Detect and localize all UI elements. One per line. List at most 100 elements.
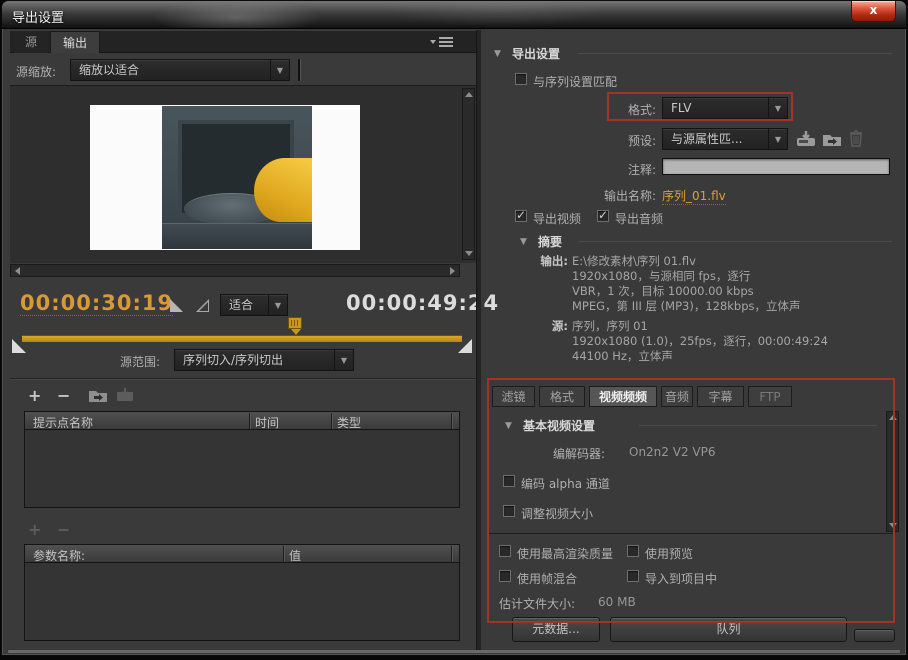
tab-format[interactable]: 格式 — [539, 386, 585, 407]
collapse-export-settings-icon[interactable]: ▼ — [494, 49, 501, 59]
export-audio-checkbox[interactable]: ✓ — [597, 210, 609, 222]
col-cue-type: 类型 — [337, 414, 361, 431]
source-range-label: 源范围: — [120, 353, 160, 370]
export-settings-header: 导出设置 — [512, 45, 560, 62]
comment-label: 注释: — [600, 161, 656, 178]
chevron-down-icon[interactable]: ▼ — [768, 98, 787, 118]
resize-video-checkbox[interactable] — [503, 505, 515, 517]
window-bottom-edge — [8, 650, 900, 653]
export-video-checkbox[interactable]: ✓ — [515, 210, 527, 222]
delete-preset-icon[interactable] — [849, 130, 869, 148]
zoom-level-dropdown[interactable]: 适合 ▼ — [220, 294, 288, 316]
preset-dropdown[interactable]: 与源属性匹... ▼ — [662, 128, 788, 150]
video-frame — [90, 105, 360, 250]
source-output-panel: 源 输出 源缩放: 缩放以适合 ▼ — [10, 31, 476, 649]
chevron-down-icon[interactable]: ▼ — [270, 60, 289, 80]
collapse-basic-video-icon[interactable]: ▼ — [505, 421, 512, 431]
comment-input[interactable] — [662, 158, 890, 175]
tab-source[interactable]: 源 — [14, 31, 48, 53]
preview-viewport — [10, 85, 476, 263]
summary-output-label: 输出: — [520, 253, 568, 269]
playhead-marker[interactable] — [288, 317, 302, 329]
timeline-bar[interactable] — [22, 335, 462, 342]
format-dropdown[interactable]: FLV ▼ — [662, 97, 788, 119]
cutoff-button[interactable] — [854, 629, 895, 642]
summary-header: 摘要 — [538, 233, 562, 250]
chevron-down-icon[interactable]: ▼ — [334, 350, 353, 370]
match-sequence-checkbox[interactable] — [515, 73, 527, 85]
tab-filters[interactable]: 滤镜 — [492, 386, 535, 407]
scroll-down-icon[interactable] — [889, 523, 897, 528]
title-bar[interactable]: 导出设置 — [2, 1, 906, 29]
summary-source-line: 44100 Hz，立体声 — [572, 348, 673, 364]
window-title: 导出设置 — [12, 7, 64, 26]
use-preview-checkbox[interactable] — [627, 545, 639, 557]
subpanel-scrollbar[interactable] — [886, 411, 899, 532]
tab-output[interactable]: 输出 — [50, 31, 100, 53]
set-in-point-icon[interactable] — [170, 299, 183, 312]
frame-blend-checkbox[interactable] — [499, 570, 511, 582]
source-range-dropdown[interactable]: 序列切入/序列切出 ▼ — [174, 349, 354, 371]
preview-vscrollbar[interactable] — [462, 88, 475, 260]
output-name-link[interactable]: 序列_01.flv — [662, 187, 726, 205]
codec-value: On2n2 V2 VP6 — [629, 445, 715, 459]
use-preview-label: 使用预览 — [645, 545, 693, 562]
export-video-label: 导出视频 — [533, 210, 581, 227]
scroll-left-icon[interactable] — [15, 267, 20, 275]
tab-captions[interactable]: 字幕 — [697, 386, 744, 407]
summary-output-line: E:\修改素材\序列 01.flv — [572, 253, 696, 269]
save-preset-icon[interactable] — [796, 130, 816, 148]
panel-divider — [476, 30, 481, 650]
import-into-project-checkbox[interactable] — [627, 570, 639, 582]
col-param-name: 参数名称: — [33, 547, 85, 564]
cue-table-header: 提示点名称 时间 类型 — [25, 412, 459, 430]
scroll-up-icon[interactable] — [465, 92, 473, 97]
set-out-point-icon[interactable] — [196, 299, 209, 312]
titlebar-texture — [2, 1, 906, 28]
timeline-out-handle[interactable] — [458, 339, 472, 353]
scroll-down-icon[interactable] — [465, 251, 473, 256]
import-cue-points-icon[interactable] — [88, 387, 108, 405]
col-cue-name: 提示点名称 — [33, 414, 93, 431]
preview-hscrollbar[interactable] — [10, 264, 460, 277]
export-settings-panel: ▼ 导出设置 与序列设置匹配 格式: FLV ▼ 预设: 与源属性匹... ▼ — [480, 29, 908, 651]
scroll-right-icon[interactable] — [450, 267, 455, 275]
chevron-down-icon[interactable]: ▼ — [768, 129, 787, 149]
toolbar-separator — [298, 59, 300, 81]
divider — [578, 53, 892, 54]
save-cue-points-icon[interactable] — [116, 387, 136, 405]
import-preset-icon[interactable] — [822, 130, 842, 148]
parameter-table: 参数名称: 值 — [24, 544, 460, 641]
metadata-button[interactable]: 元数据... — [512, 617, 600, 642]
remove-cue-point-button[interactable]: − — [57, 386, 70, 405]
output-name-label: 输出名称: — [584, 187, 656, 204]
format-label: 格式: — [600, 101, 656, 118]
add-cue-point-button[interactable]: + — [28, 386, 41, 405]
max-render-quality-checkbox[interactable] — [499, 545, 511, 557]
divider — [10, 378, 476, 379]
source-scaling-dropdown[interactable]: 缩放以适合 ▼ — [70, 59, 290, 81]
yellow-bowl — [254, 158, 312, 222]
timeline-in-handle[interactable] — [12, 339, 26, 353]
match-sequence-label: 与序列设置匹配 — [533, 73, 617, 90]
collapse-summary-icon[interactable]: ▼ — [520, 237, 527, 247]
scroll-up-icon[interactable] — [889, 415, 897, 420]
tab-video[interactable]: 视频频频 — [589, 386, 657, 407]
col-param-value: 值 — [289, 547, 301, 564]
file-size-label: 估计文件大小: — [499, 595, 575, 612]
add-parameter-button[interactable]: + — [28, 520, 41, 539]
export-settings-dialog: 导出设置 x 源 输出 源缩放: 缩放以适合 ▼ — [1, 0, 907, 656]
remove-parameter-button[interactable]: − — [57, 520, 70, 539]
frame-blend-label: 使用帧混合 — [517, 570, 577, 587]
chevron-down-icon[interactable]: ▼ — [268, 295, 287, 315]
encode-alpha-checkbox[interactable] — [503, 475, 515, 487]
divider — [639, 425, 877, 426]
tab-audio[interactable]: 音频 — [661, 386, 693, 407]
summary-source-label: 源: — [520, 318, 568, 334]
tab-ftp[interactable]: FTP — [748, 386, 792, 407]
basic-video-header: 基本视频设置 — [523, 417, 595, 434]
close-button[interactable]: x — [851, 1, 896, 22]
queue-button[interactable]: 队列 — [610, 617, 847, 642]
current-timecode[interactable]: 00:00:30:19 — [20, 291, 173, 316]
panel-menu-icon[interactable] — [430, 34, 458, 50]
